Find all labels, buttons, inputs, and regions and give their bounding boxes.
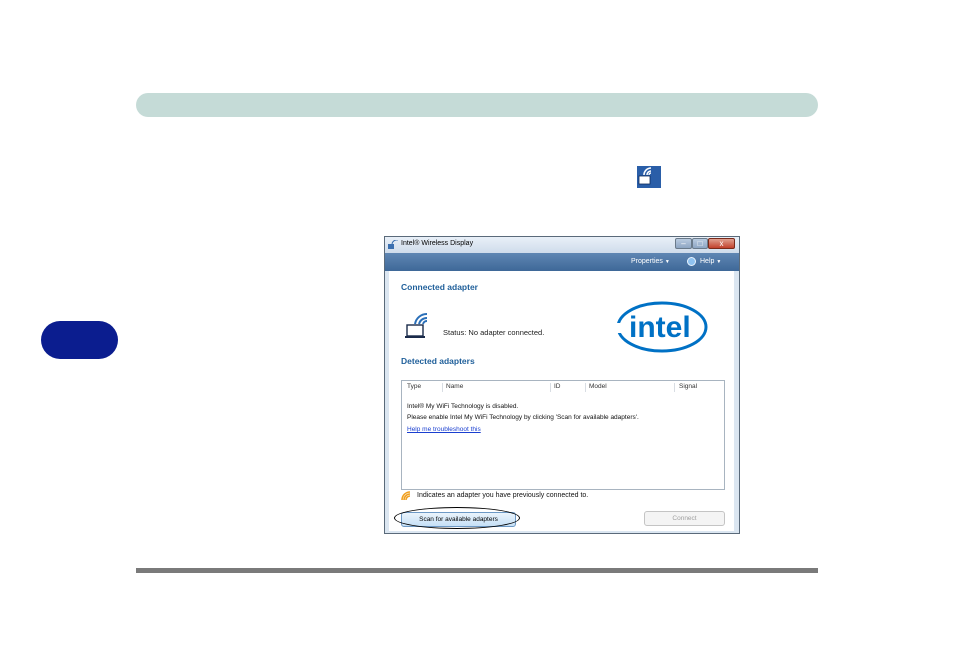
wifi-disabled-message: Intel® My WiFi Technology is disabled. xyxy=(407,403,519,410)
chevron-down-icon: ▼ xyxy=(664,259,670,265)
column-divider xyxy=(585,383,586,392)
callout-ellipse xyxy=(394,507,520,529)
main-panel: Connected adapter Status: No adapter con… xyxy=(389,271,734,531)
adapter-icon xyxy=(405,313,439,341)
connection-status: Status: No adapter connected. xyxy=(443,328,545,337)
column-header-id[interactable]: ID xyxy=(554,383,561,390)
enable-wifi-message: Please enable Intel My WiFi Technology b… xyxy=(407,414,639,421)
footer-rule xyxy=(136,568,818,573)
adapter-list[interactable]: Type Name ID Model Signal Intel® My WiFi… xyxy=(401,380,725,490)
legend-text: Indicates an adapter you have previously… xyxy=(417,492,589,499)
connected-adapter-heading: Connected adapter xyxy=(401,282,478,292)
app-icon xyxy=(388,240,398,249)
help-icon xyxy=(687,257,696,266)
minimize-button[interactable]: – xyxy=(675,238,692,249)
previously-connected-icon xyxy=(401,491,411,501)
column-header-type[interactable]: Type xyxy=(407,383,421,390)
column-divider xyxy=(550,383,551,392)
connect-button[interactable]: Connect xyxy=(644,511,725,526)
column-divider xyxy=(442,383,443,392)
chapter-tab xyxy=(41,321,118,359)
chevron-down-icon: ▼ xyxy=(716,259,722,265)
help-menu[interactable]: Help ▼ xyxy=(700,258,721,265)
detected-adapters-heading: Detected adapters xyxy=(401,356,475,366)
properties-menu[interactable]: Properties ▼ xyxy=(631,258,670,265)
intel-wireless-display-window: Intel® Wireless Display – □ x Properties… xyxy=(384,236,740,534)
page-header-bar xyxy=(136,93,818,117)
column-header-signal[interactable]: Signal xyxy=(679,383,697,390)
intel-logo: intel xyxy=(615,301,708,353)
column-header-model[interactable]: Model xyxy=(589,383,607,390)
troubleshoot-link[interactable]: Help me troubleshoot this xyxy=(407,426,481,433)
properties-label: Properties xyxy=(631,258,663,265)
column-divider xyxy=(674,383,675,392)
maximize-button[interactable]: □ xyxy=(692,238,708,249)
wireless-display-icon xyxy=(637,166,661,188)
title-bar: Intel® Wireless Display – □ x xyxy=(385,237,739,253)
intel-logo-text: intel xyxy=(629,311,691,344)
close-button[interactable]: x xyxy=(708,238,735,249)
window-title: Intel® Wireless Display xyxy=(401,240,474,247)
toolbar: Properties ▼ Help ▼ xyxy=(385,253,739,271)
help-label: Help xyxy=(700,258,715,265)
column-header-name[interactable]: Name xyxy=(446,383,463,390)
